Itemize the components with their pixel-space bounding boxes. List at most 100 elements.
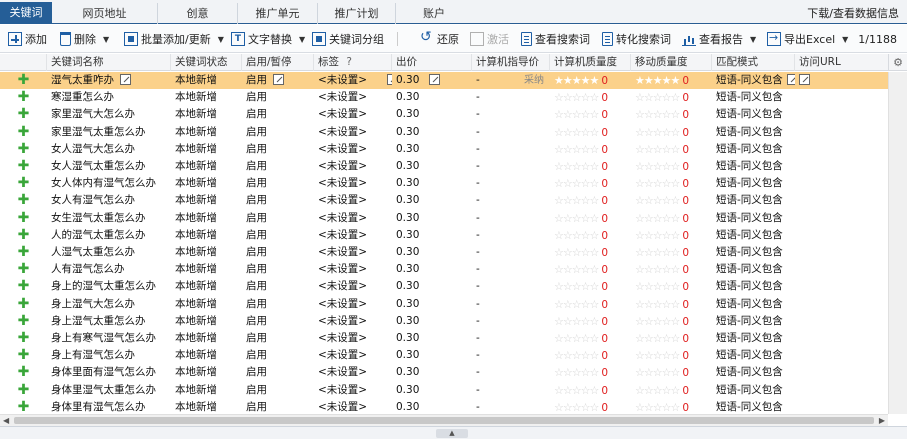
enabled-cell[interactable]: 启用 xyxy=(242,106,314,123)
tab-ad-unit[interactable]: 推广单元 xyxy=(238,3,318,24)
enabled-cell[interactable]: 启用 xyxy=(242,347,314,364)
edit-icon[interactable] xyxy=(799,74,810,85)
tab-creative[interactable]: 创意 xyxy=(158,3,238,24)
add-child-icon[interactable]: ✚ xyxy=(0,244,47,261)
match-mode-cell[interactable]: 短语-同义包含 xyxy=(712,399,795,414)
add-child-icon[interactable]: ✚ xyxy=(0,313,47,330)
tag-cell[interactable]: <未设置> xyxy=(314,313,392,330)
chevron-down-icon[interactable]: ▼ xyxy=(842,35,848,44)
chevron-down-icon[interactable]: ▼ xyxy=(218,35,224,44)
url-cell[interactable] xyxy=(795,330,888,347)
match-mode-cell[interactable]: 短语-同义包含 xyxy=(712,106,795,123)
keyword-cell[interactable]: 身上湿气大怎么办 xyxy=(47,296,171,313)
keyword-group-button[interactable]: 关键词分组 xyxy=(312,25,384,53)
add-child-icon[interactable]: ✚ xyxy=(0,382,47,399)
url-cell[interactable] xyxy=(795,399,888,414)
bid-cell[interactable]: 0.30 xyxy=(392,158,472,175)
tag-cell[interactable]: <未设置> xyxy=(314,330,392,347)
enabled-cell[interactable]: 启用 xyxy=(242,313,314,330)
tag-cell[interactable]: <未设置> xyxy=(314,124,392,141)
table-row[interactable]: ✚ 女人湿气太重怎么办 本地新增 启用 <未设置> 0.30- ☆☆☆☆☆ 0 ☆☆☆☆☆ 0 短语… xyxy=(0,158,888,175)
vertical-scrollbar[interactable] xyxy=(888,72,907,414)
match-mode-cell[interactable]: 短语-同义包含 xyxy=(712,175,795,192)
add-child-icon[interactable]: ✚ xyxy=(0,89,47,106)
keyword-cell[interactable]: 人湿气太重怎么办 xyxy=(47,244,171,261)
gear-icon[interactable]: ⚙ xyxy=(888,54,907,71)
header-guide-price[interactable]: 计算机指导价 xyxy=(472,54,550,71)
add-child-icon[interactable]: ✚ xyxy=(0,364,47,381)
enabled-cell[interactable]: 启用 xyxy=(242,124,314,141)
keyword-cell[interactable]: 家里湿气太重怎么办 xyxy=(47,124,171,141)
edit-icon[interactable] xyxy=(120,74,131,85)
bid-cell[interactable]: 0.30 xyxy=(392,175,472,192)
add-child-icon[interactable]: ✚ xyxy=(0,210,47,227)
add-child-icon[interactable]: ✚ xyxy=(0,141,47,158)
scroll-thumb[interactable] xyxy=(14,417,874,424)
tag-cell[interactable]: <未设置> xyxy=(314,89,392,106)
tag-cell[interactable]: <未设置> xyxy=(314,364,392,381)
match-mode-cell[interactable]: 短语-同义包含 xyxy=(712,278,795,295)
add-child-icon[interactable]: ✚ xyxy=(0,278,47,295)
horizontal-scrollbar[interactable]: ◀ ▶ xyxy=(0,414,888,426)
match-mode-cell[interactable]: 短语-同义包含 xyxy=(712,382,795,399)
activate-button[interactable]: 激活 xyxy=(470,25,509,53)
table-row[interactable]: ✚ 身上湿气大怎么办 本地新增 启用 <未设置> 0.30- ☆☆☆☆☆ 0 ☆☆☆☆☆ 0 短语-… xyxy=(0,296,888,313)
url-cell[interactable] xyxy=(795,106,888,123)
url-cell[interactable] xyxy=(795,141,888,158)
keyword-cell[interactable]: 女生湿气太重怎么办 xyxy=(47,210,171,227)
table-row[interactable]: ✚ 人有湿气怎么办 本地新增 启用 <未设置> 0.30- ☆☆☆☆☆ 0 ☆☆☆☆☆ 0 短语-同… xyxy=(0,261,888,278)
keyword-cell[interactable]: 身上有湿气怎么办 xyxy=(47,347,171,364)
bid-cell[interactable]: 0.30 xyxy=(392,313,472,330)
header-pc-quality[interactable]: 计算机质量度 xyxy=(550,54,631,71)
bid-cell[interactable]: 0.30 xyxy=(392,192,472,209)
add-child-icon[interactable]: ✚ xyxy=(0,330,47,347)
bid-cell[interactable]: 0.30 xyxy=(392,261,472,278)
match-mode-cell[interactable]: 短语-同义包含 xyxy=(712,330,795,347)
enabled-cell[interactable]: 启用 xyxy=(242,296,314,313)
tag-cell[interactable]: <未设置> xyxy=(314,278,392,295)
bid-cell[interactable]: 0.30 xyxy=(392,278,472,295)
url-cell[interactable] xyxy=(795,192,888,209)
header-match-mode[interactable]: 匹配模式 xyxy=(712,54,795,71)
bid-cell[interactable]: 0.30 xyxy=(392,227,472,244)
bid-cell[interactable]: 0.30 xyxy=(392,399,472,414)
url-cell[interactable] xyxy=(795,313,888,330)
enabled-cell[interactable]: 启用 xyxy=(242,364,314,381)
match-mode-cell[interactable]: 短语-同义包含 xyxy=(712,296,795,313)
match-mode-cell[interactable]: 短语-同义包含 xyxy=(712,313,795,330)
export-excel-button[interactable]: 导出Excel ▼ xyxy=(767,25,848,53)
bid-cell[interactable]: 0.30 xyxy=(392,124,472,141)
header-keyword[interactable]: 关键词名称 xyxy=(47,54,171,71)
edit-icon[interactable] xyxy=(786,74,795,85)
keyword-cell[interactable]: 女人体内有湿气怎么办 xyxy=(47,175,171,192)
header-tag[interactable]: 标签 ? xyxy=(314,54,392,71)
match-mode-cell[interactable]: 短语-同义包含 xyxy=(712,158,795,175)
chevron-down-icon[interactable]: ▼ xyxy=(750,35,756,44)
match-mode-cell[interactable]: 短语-同义包含 xyxy=(712,210,795,227)
edit-icon[interactable] xyxy=(273,74,284,85)
url-cell[interactable] xyxy=(795,244,888,261)
table-row[interactable]: ✚ 身体里湿气太重怎么办 本地新增 启用 <未设置> 0.30- ☆☆☆☆☆ 0 ☆☆☆☆☆ 0 短… xyxy=(0,382,888,399)
add-child-icon[interactable]: ✚ xyxy=(0,261,47,278)
table-row[interactable]: ✚ 身上的湿气太重怎么办 本地新增 启用 <未设置> 0.30- ☆☆☆☆☆ 0 ☆☆☆☆☆ 0 短… xyxy=(0,278,888,295)
bid-cell[interactable]: 0.30 xyxy=(392,347,472,364)
tab-keywords[interactable]: 关键词 xyxy=(0,2,52,24)
match-mode-cell[interactable]: 短语-同义包含 xyxy=(712,192,795,209)
match-mode-cell[interactable]: 短语-同义包含 xyxy=(712,364,795,381)
enabled-cell[interactable]: 启用 xyxy=(242,158,314,175)
bid-cell[interactable]: 0.30 xyxy=(392,330,472,347)
enabled-cell[interactable]: 启用 xyxy=(242,141,314,158)
keyword-cell[interactable]: 身体里面有湿气怎么办 xyxy=(47,364,171,381)
bid-cell[interactable]: 0.30 xyxy=(392,89,472,106)
bid-cell[interactable]: 0.30 xyxy=(392,244,472,261)
table-row[interactable]: ✚ 女人有湿气怎么办 本地新增 启用 <未设置> 0.30- ☆☆☆☆☆ 0 ☆☆☆☆☆ 0 短语-… xyxy=(0,192,888,209)
bid-cell[interactable]: 0.30 xyxy=(392,296,472,313)
tag-cell[interactable]: <未设置> xyxy=(314,106,392,123)
keyword-cell[interactable]: 女人有湿气怎么办 xyxy=(47,192,171,209)
adopt-link[interactable]: 采纳 xyxy=(524,72,544,89)
view-report-button[interactable]: 查看报告 ▼ xyxy=(682,25,756,53)
keyword-cell[interactable]: 女人湿气大怎么办 xyxy=(47,141,171,158)
enabled-cell[interactable]: 启用 xyxy=(242,175,314,192)
keyword-cell[interactable]: 女人湿气太重怎么办 xyxy=(47,158,171,175)
match-mode-cell[interactable]: 短语-同义包含 xyxy=(712,244,795,261)
